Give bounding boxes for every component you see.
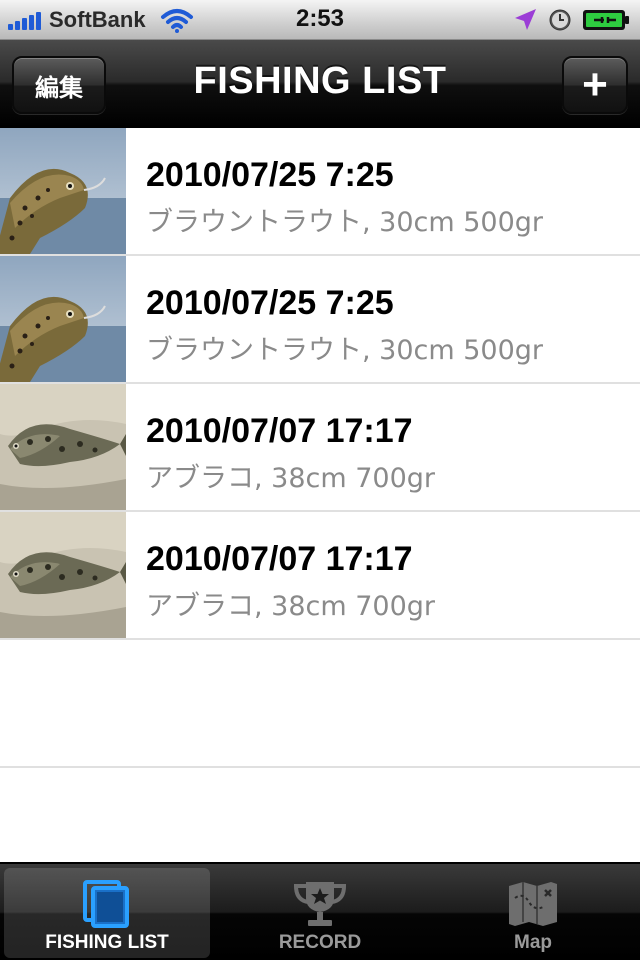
status-bar: SoftBank 2:53: [0, 0, 640, 40]
trout-photo: [0, 256, 126, 382]
catch-details: ブラウントラウト, 30cm 500gr: [146, 207, 544, 238]
trophy-icon: [293, 882, 347, 926]
fishing-list: 2010/07/25 7:25 ブラウントラウト, 30cm 500gr 201…: [0, 128, 640, 768]
battery-charging-icon: [583, 10, 629, 30]
location-arrow-icon: [515, 9, 536, 30]
tab-map[interactable]: Map: [430, 868, 636, 958]
greenling-photo: [0, 384, 126, 510]
catch-details: アブラコ, 38cm 700gr: [146, 591, 436, 622]
navigation-bar: 編集 FISHING LIST +: [0, 40, 640, 128]
tab-label: FISHING LIST: [45, 932, 169, 953]
list-icon: [83, 880, 129, 928]
list-item[interactable]: 2010/07/25 7:25 ブラウントラウト, 30cm 500gr: [0, 128, 640, 256]
page-title: FISHING LIST: [193, 60, 447, 102]
list-item[interactable]: 2010/07/25 7:25 ブラウントラウト, 30cm 500gr: [0, 256, 640, 384]
tab-label: RECORD: [278, 932, 362, 953]
status-right: [502, 6, 632, 34]
catch-details: ブラウントラウト, 30cm 500gr: [146, 335, 544, 366]
tab-record[interactable]: RECORD: [217, 868, 423, 958]
clock-icon: [549, 9, 571, 31]
add-button[interactable]: +: [562, 56, 628, 114]
catch-details: アブラコ, 38cm 700gr: [146, 463, 436, 494]
tab-fishing-list[interactable]: FISHING LIST: [4, 868, 210, 958]
list-item[interactable]: 2010/07/07 17:17 アブラコ, 38cm 700gr: [0, 512, 640, 640]
catch-datetime: 2010/07/07 17:17: [146, 540, 413, 578]
trout-photo: [0, 128, 126, 254]
tab-label: Map: [514, 932, 552, 953]
map-icon: [509, 882, 557, 926]
greenling-photo: [0, 512, 126, 638]
catch-datetime: 2010/07/25 7:25: [146, 156, 394, 194]
catch-datetime: 2010/07/25 7:25: [146, 284, 394, 322]
tab-bar: FISHING LIST RECORD Map: [0, 862, 640, 960]
empty-list-row: [0, 640, 640, 768]
list-item[interactable]: 2010/07/07 17:17 アブラコ, 38cm 700gr: [0, 384, 640, 512]
catch-datetime: 2010/07/07 17:17: [146, 412, 413, 450]
